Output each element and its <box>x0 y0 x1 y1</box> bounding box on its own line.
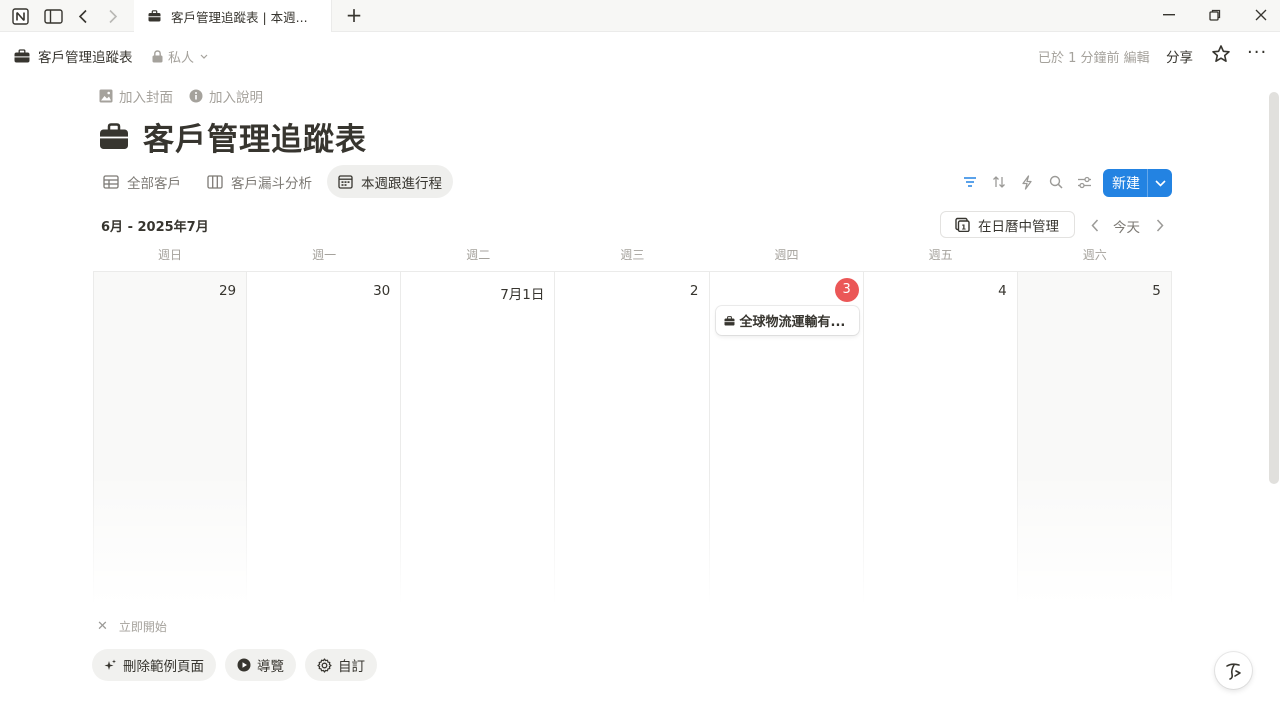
event-title: 全球物流運輸有... <box>739 315 846 330</box>
weekday-label: 週一 <box>312 248 337 262</box>
settings-sliders-icon[interactable] <box>1074 169 1094 195</box>
filter-icon[interactable] <box>960 169 980 195</box>
notion-logo-icon[interactable] <box>10 6 30 26</box>
day-number: 30 <box>373 283 391 299</box>
chip-label: 導覽 <box>257 659 284 675</box>
new-button-label: 新建 <box>1112 176 1140 192</box>
day-number: 2 <box>689 283 699 299</box>
briefcase-icon <box>148 10 162 22</box>
day-number: 29 <box>218 283 237 299</box>
day-number: 4 <box>998 283 1007 299</box>
day-number: 5 <box>1152 283 1161 299</box>
help-icon <box>1224 661 1244 681</box>
sparkle-icon <box>104 659 117 672</box>
weekday-label: 週三 <box>620 248 645 262</box>
play-icon <box>237 658 251 672</box>
page-title-text[interactable]: 客戶管理追蹤表 <box>143 114 367 159</box>
manage-label: 在日曆中管理 <box>978 218 1059 235</box>
search-icon[interactable] <box>1046 169 1066 195</box>
add-description-label: 加入說明 <box>209 90 263 106</box>
event-card[interactable]: 全球物流運輸有... <box>715 306 859 335</box>
tour-button[interactable]: 導覽 <box>225 649 296 681</box>
table-icon <box>103 174 119 189</box>
back-arrow-icon[interactable] <box>73 6 93 26</box>
browser-tab[interactable]: 客戶管理追蹤表 | 本週... <box>134 0 332 32</box>
weekday-label: 週六 <box>1082 248 1107 262</box>
new-tab-button[interactable]: + <box>343 4 365 26</box>
page-header-bar: 客戶管理追蹤表 私人 已於 1 分鐘前 編輯 分享 ··· <box>0 38 1280 72</box>
calendar-icon <box>338 174 353 189</box>
privacy-dropdown[interactable]: 私人 <box>152 47 208 66</box>
share-button[interactable]: 分享 <box>1166 46 1193 66</box>
star-icon[interactable] <box>1211 44 1231 64</box>
chevron-left-icon[interactable] <box>1087 215 1103 235</box>
add-description-button[interactable]: 加入說明 <box>189 86 263 106</box>
tab-label: 客戶漏斗分析 <box>231 175 312 192</box>
lock-icon <box>152 50 163 63</box>
automation-lightning-icon[interactable] <box>1017 169 1037 195</box>
add-cover-label: 加入封面 <box>119 90 173 106</box>
manage-in-calendar-button[interactable]: 1 在日曆中管理 <box>940 211 1075 238</box>
privacy-label: 私人 <box>168 51 195 66</box>
more-options-button[interactable]: ··· <box>1247 42 1267 63</box>
scrollbar[interactable] <box>1269 92 1279 484</box>
weekday-label: 週日 <box>158 248 183 262</box>
page-title: 客戶管理追蹤表 <box>99 114 367 159</box>
image-icon <box>99 89 113 103</box>
today-button[interactable]: 今天 <box>1113 216 1140 236</box>
title-bar: 客戶管理追蹤表 | 本週... + <box>0 0 1280 32</box>
tab-title: 客戶管理追蹤表 | 本週... <box>171 9 308 25</box>
info-icon <box>189 89 203 103</box>
get-started-row: ✕ 立即開始 <box>97 618 167 635</box>
calendar-app-icon: 1 <box>955 217 970 232</box>
chevron-down-icon <box>200 54 208 59</box>
weekday-label: 週五 <box>928 248 953 262</box>
close-window-icon[interactable] <box>1249 4 1273 26</box>
svg-text:1: 1 <box>961 224 966 232</box>
weekday-label: 週四 <box>774 248 799 262</box>
minimize-icon[interactable] <box>1157 4 1181 26</box>
weekday-label: 週二 <box>466 248 491 262</box>
day-number: 7月1日 <box>500 287 545 303</box>
new-button[interactable]: 新建 <box>1103 169 1172 197</box>
sort-icon[interactable] <box>989 169 1009 195</box>
breadcrumb[interactable]: 客戶管理追蹤表 <box>14 46 133 66</box>
help-assistant-button[interactable] <box>1215 652 1252 689</box>
tab-weekly-followup[interactable]: 本週跟進行程 <box>327 165 453 198</box>
tab-label: 全部客戶 <box>127 175 181 192</box>
restore-icon[interactable] <box>1203 4 1227 26</box>
view-tabs: 全部客戶 客戶漏斗分析 本週跟進行程 <box>92 165 457 198</box>
chip-label: 自訂 <box>338 659 365 675</box>
page-actions: 加入封面 加入說明 <box>99 86 279 106</box>
onboarding-chips: 刪除範例頁面 導覽 自訂 <box>92 649 386 681</box>
month-range: 6月 - 2025年7月 <box>101 220 209 235</box>
close-icon[interactable]: ✕ <box>97 619 108 634</box>
board-icon <box>207 174 223 189</box>
delete-sample-pages-button[interactable]: 刪除範例頁面 <box>92 649 216 681</box>
get-started-label: 立即開始 <box>118 620 167 634</box>
today-badge: 3 <box>834 278 859 302</box>
chevron-down-icon[interactable] <box>1148 179 1172 187</box>
breadcrumb-label: 客戶管理追蹤表 <box>38 50 133 66</box>
chip-label: 刪除範例頁面 <box>123 659 204 675</box>
grid-fade-overlay <box>93 470 1172 605</box>
customize-button[interactable]: 自訂 <box>305 649 377 681</box>
sidebar-toggle-icon[interactable] <box>43 6 63 26</box>
view-toolbar <box>960 169 1103 195</box>
tab-all-clients[interactable]: 全部客戶 <box>92 165 192 198</box>
add-cover-button[interactable]: 加入封面 <box>99 86 173 106</box>
last-edited-text: 已於 1 分鐘前 編輯 <box>1038 51 1150 66</box>
forward-arrow-icon[interactable] <box>103 6 123 26</box>
gear-icon <box>317 657 332 673</box>
tab-client-funnel[interactable]: 客戶漏斗分析 <box>196 165 323 198</box>
briefcase-icon <box>14 49 30 63</box>
weekday-header: 週日 週一 週二 週三 週四 週五 週六 <box>93 246 1172 268</box>
tab-label: 本週跟進行程 <box>361 175 442 192</box>
briefcase-icon[interactable] <box>99 123 129 150</box>
chevron-right-icon[interactable] <box>1152 215 1168 235</box>
briefcase-icon <box>724 315 735 326</box>
